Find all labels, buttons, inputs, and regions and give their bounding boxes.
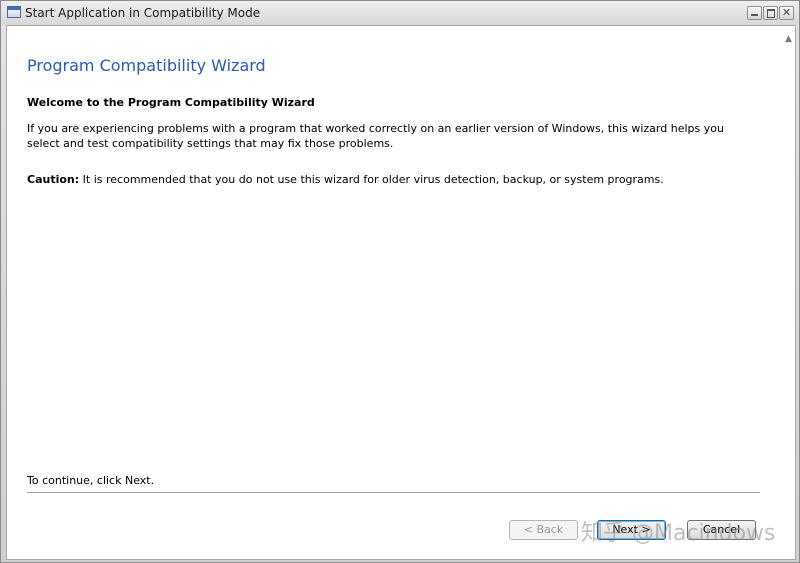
intro-paragraph: If you are experiencing problems with a …: [27, 122, 724, 150]
caution-label: Caution:: [27, 173, 80, 186]
back-button[interactable]: < Back: [509, 520, 578, 540]
maximize-button[interactable]: [763, 6, 778, 20]
next-button[interactable]: Next >: [597, 520, 666, 540]
wizard-heading: Program Compatibility Wizard: [27, 56, 266, 75]
scroll-up-arrow-icon[interactable]: ▲: [785, 34, 792, 44]
close-icon: ✕: [781, 6, 792, 19]
app-window-icon: [7, 6, 21, 18]
wizard-content: ▲ Program Compatibility Wizard Welcome t…: [6, 25, 796, 560]
caution-paragraph: Caution: It is recommended that you do n…: [27, 173, 664, 186]
window-title: Start Application in Compatibility Mode: [25, 6, 261, 20]
minimize-button[interactable]: [747, 6, 762, 20]
cancel-button[interactable]: Cancel: [687, 520, 756, 540]
caution-text: It is recommended that you do not use th…: [79, 173, 664, 186]
title-bar[interactable]: Start Application in Compatibility Mode …: [1, 1, 799, 25]
footer-separator: [27, 492, 760, 494]
wizard-window: Start Application in Compatibility Mode …: [0, 0, 800, 563]
minimize-icon: [751, 14, 758, 16]
close-button[interactable]: ✕: [779, 6, 794, 20]
welcome-subheading: Welcome to the Program Compatibility Wiz…: [27, 96, 315, 109]
maximize-icon: [767, 9, 775, 18]
continue-instruction: To continue, click Next.: [27, 474, 155, 487]
